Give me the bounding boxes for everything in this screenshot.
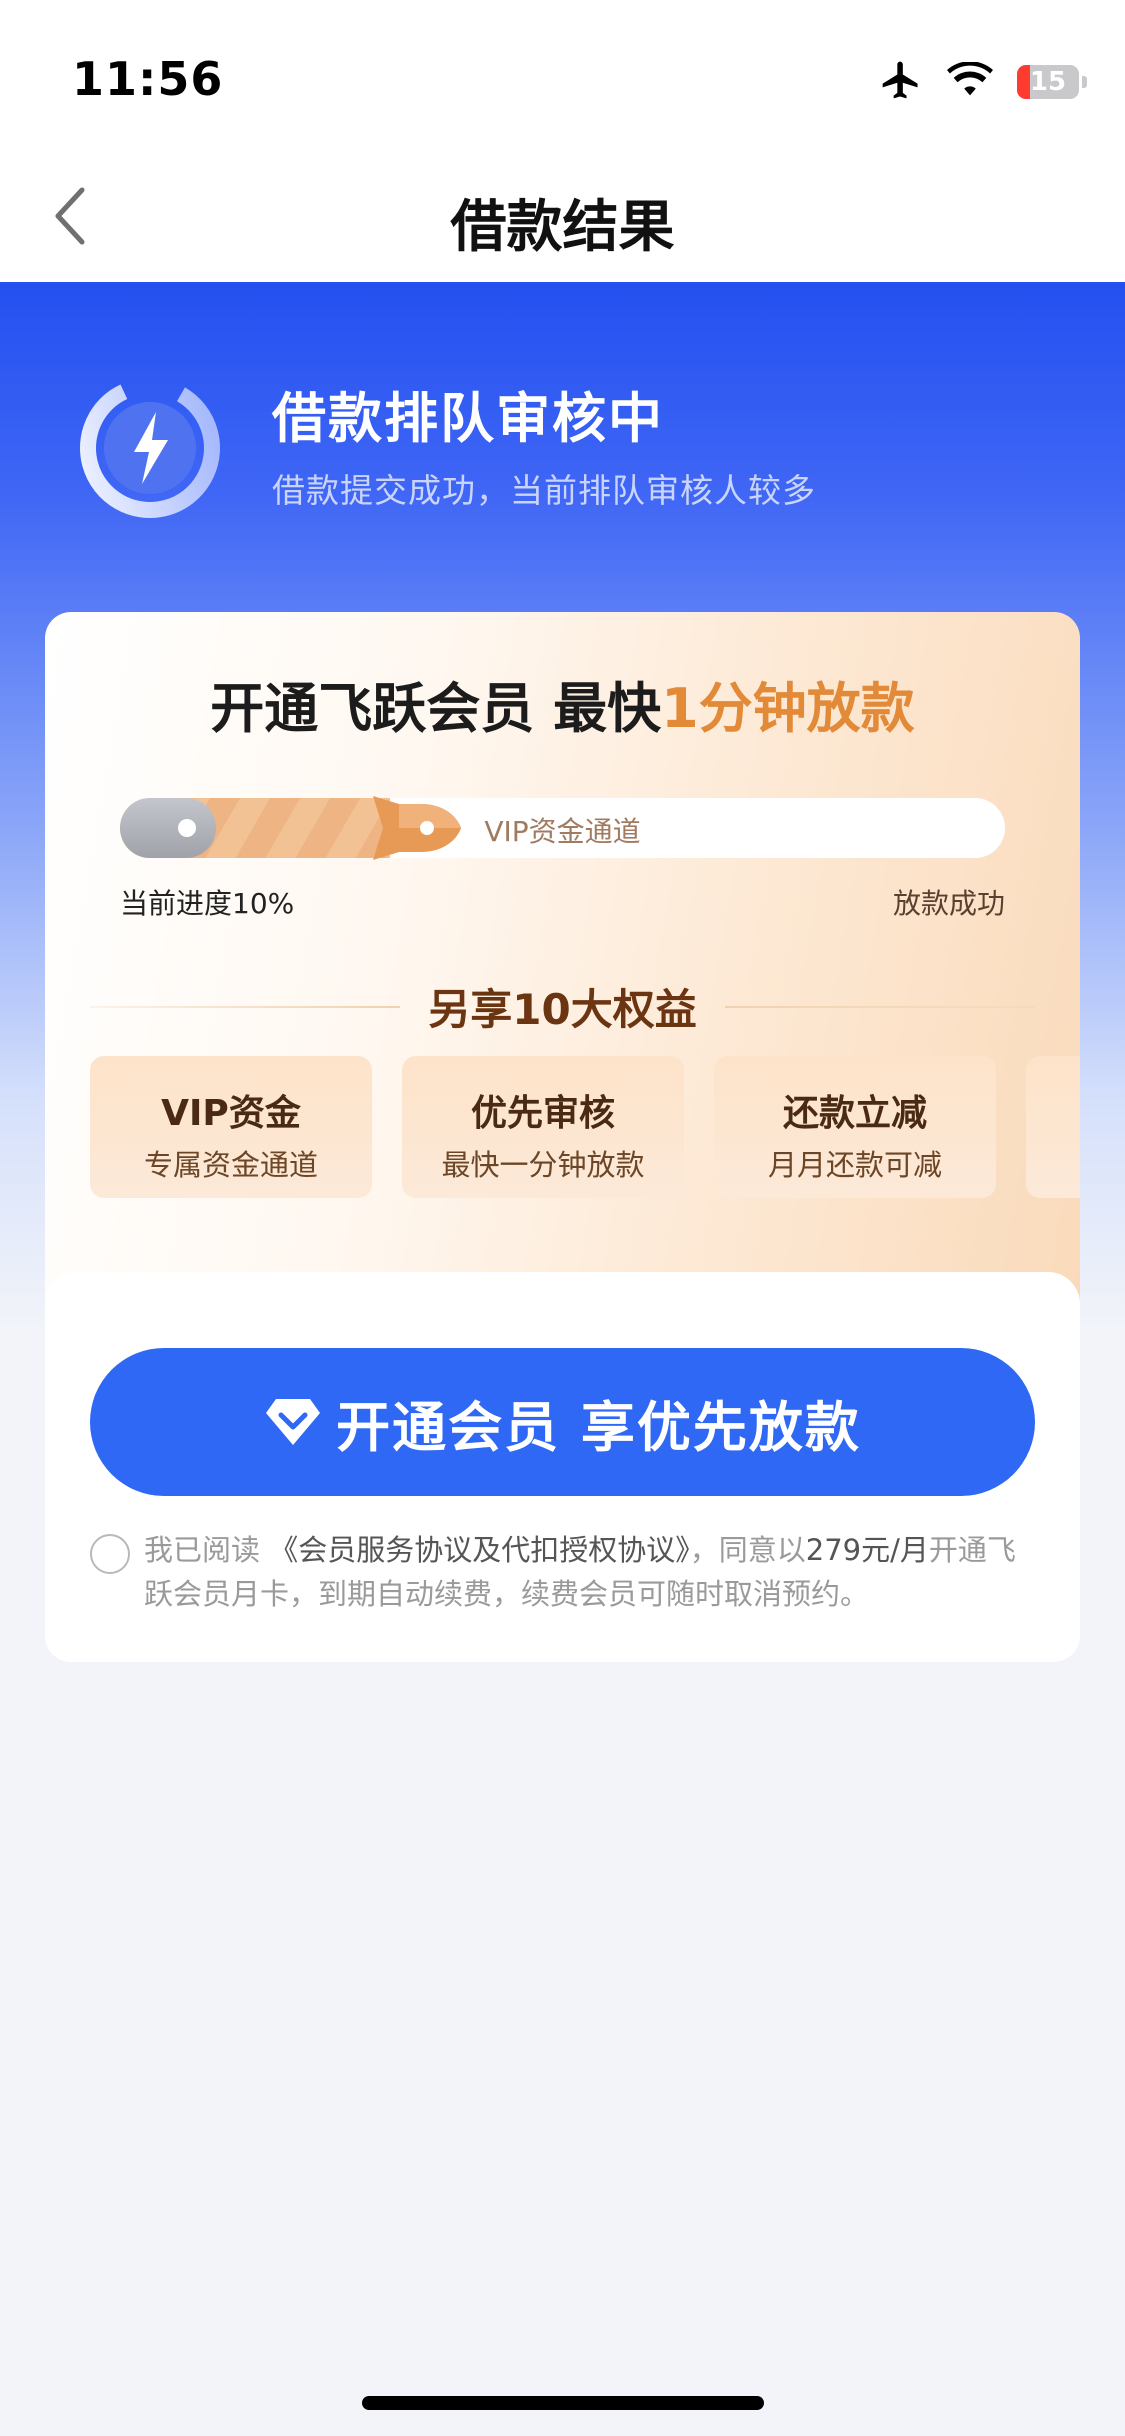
page-title: 借款结果 — [450, 195, 675, 260]
cta-label: 开通会员 享优先放款 — [336, 1395, 861, 1459]
benefits-list[interactable]: VIP资金 专属资金通道 优先审核 最快一分钟放款 还款立减 月月还款可减 — [90, 1056, 1080, 1198]
benefit-item[interactable]: VIP资金 专属资金通道 — [90, 1056, 372, 1198]
agreement-link[interactable]: 《会员服务协议及代扣授权协议》 — [269, 1533, 690, 1567]
hero-title: 借款排队审核中 — [272, 387, 664, 450]
card-title-highlight: 1分钟放款 — [661, 677, 915, 740]
agreement-price: 279元/月 — [805, 1533, 929, 1567]
status-bar: 11:56 15 — [0, 0, 1125, 150]
rocket-icon — [373, 796, 461, 860]
benefits-header: 另享10大权益 — [90, 976, 1035, 1036]
status-time: 11:56 — [72, 52, 224, 106]
battery-level: 15 — [1029, 67, 1067, 97]
agreement-text: 我已阅读 《会员服务协议及代扣授权协议》，同意以279元/月开通飞跃会员月卡，到… — [144, 1528, 1035, 1616]
agreement-checkbox[interactable] — [90, 1534, 130, 1574]
agreement-prefix: 我已阅读 — [144, 1533, 261, 1567]
progress-current-label: 当前进度10% — [120, 887, 295, 920]
benefit-subtitle: 最快一分钟放款 — [441, 1148, 645, 1182]
divider-right — [725, 1006, 1035, 1008]
membership-card: 开通飞跃会员 最快1分钟放款 VIP资金通道 当前进度10% 放款成功 另享10… — [45, 612, 1080, 1662]
benefit-item[interactable] — [1026, 1056, 1080, 1198]
card-title: 开通飞跃会员 最快1分钟放款 — [45, 664, 1080, 743]
benefit-title: VIP资金 — [161, 1093, 301, 1134]
airplane-mode-icon — [879, 58, 923, 106]
battery-cap — [1082, 76, 1087, 88]
progress-track-label: VIP资金通道 — [484, 815, 641, 848]
home-indicator — [362, 2396, 764, 2410]
benefit-item[interactable]: 还款立减 月月还款可减 — [714, 1056, 996, 1198]
diamond-icon — [266, 1399, 321, 1445]
action-panel: 开通会员 享优先放款 我已阅读 《会员服务协议及代扣授权协议》，同意以279元/… — [45, 1272, 1080, 1662]
progress-goal-label: 放款成功 — [892, 887, 1005, 920]
hero-subtitle: 借款提交成功，当前排队审核人较多 — [272, 471, 816, 510]
status-icons: 15 — [879, 58, 1087, 106]
agreement-middle: ，同意以 — [689, 1533, 806, 1567]
progress-track: VIP资金通道 — [120, 796, 1005, 860]
open-membership-button[interactable]: 开通会员 享优先放款 — [90, 1348, 1035, 1496]
benefit-title: 还款立减 — [782, 1093, 927, 1134]
benefit-subtitle: 专属资金通道 — [143, 1148, 318, 1182]
benefit-title: 优先审核 — [470, 1093, 615, 1134]
lightning-icon — [80, 378, 220, 518]
wifi-icon — [947, 61, 993, 102]
battery-icon: 15 — [1017, 65, 1079, 99]
nav-bar: 借款结果 — [0, 150, 1125, 282]
card-title-main: 开通飞跃会员 最快 — [210, 677, 662, 740]
benefit-subtitle: 月月还款可减 — [767, 1148, 942, 1182]
benefit-item[interactable]: 优先审核 最快一分钟放款 — [402, 1056, 684, 1198]
